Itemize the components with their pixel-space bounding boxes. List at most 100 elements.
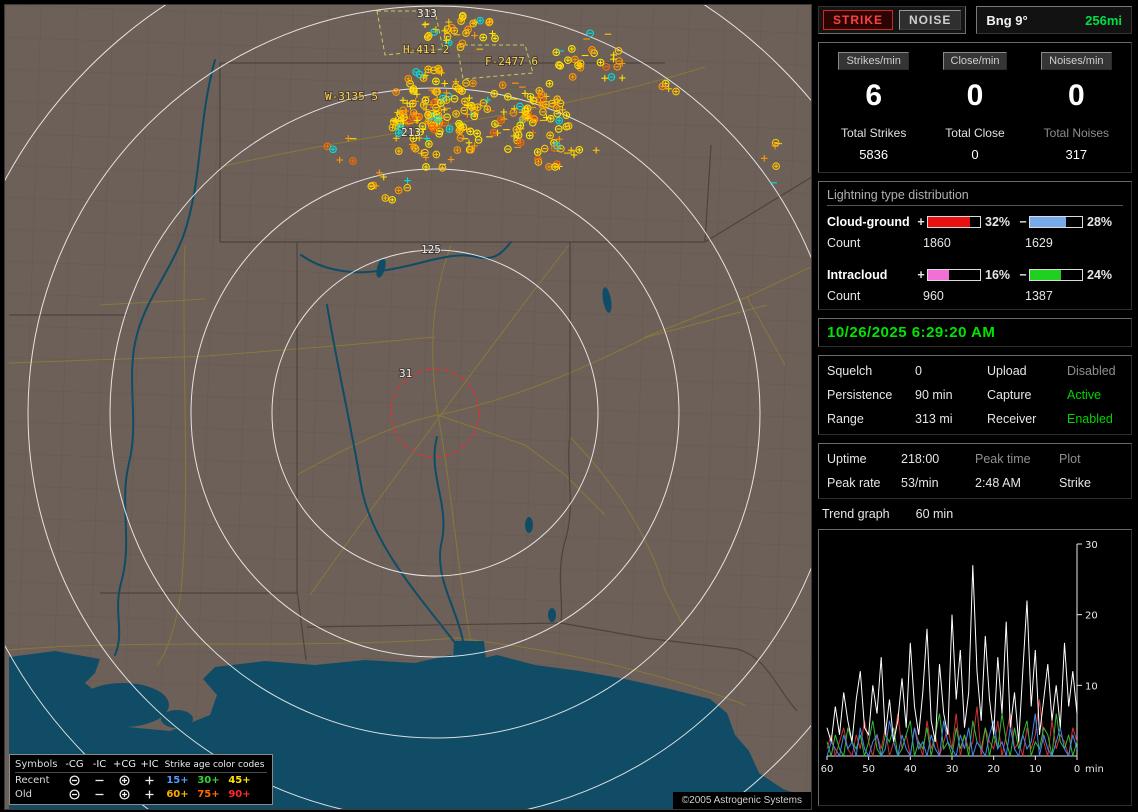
cg-plus-count: 1860 xyxy=(923,236,951,250)
cg-plus-bar xyxy=(927,216,981,228)
strikes-per-min-column: Strikes/min 6 Total Strikes 5836 xyxy=(823,51,924,162)
storm-cell-label: H-411 2 xyxy=(403,43,449,56)
neg-ic-icon xyxy=(87,788,112,801)
bearing-range-display: Bng 9° 256mi xyxy=(976,6,1132,34)
plus-sign: + xyxy=(917,268,925,282)
cg-minus-bar xyxy=(1029,216,1083,228)
strike-button[interactable]: STRIKE xyxy=(823,10,894,30)
trend-graph-label: Trend graph xyxy=(822,507,890,521)
ic-minus-count: 1387 xyxy=(1025,289,1053,303)
svg-text:20: 20 xyxy=(1085,611,1098,622)
receiver-label: Receiver xyxy=(987,412,1037,426)
uptime-value: 218:00 xyxy=(901,452,940,466)
display-mode-buttons: STRIKE NOISE xyxy=(818,6,967,34)
trend-graph: 30 20 10 60 50 40 30 20 10 0 min xyxy=(818,529,1132,806)
range-setting-value: 313 mi xyxy=(915,412,953,426)
peak-rate-label: Peak rate xyxy=(827,476,881,490)
range-value: 256mi xyxy=(1085,12,1122,28)
plus-sign: + xyxy=(917,215,925,229)
receiver-value: Enabled xyxy=(1067,412,1113,426)
noise-button[interactable]: NOISE xyxy=(899,10,962,30)
legend-recent-label: Recent xyxy=(15,774,50,786)
age-label-15: 15+ xyxy=(166,774,189,786)
age-label-30: 30+ xyxy=(197,774,220,786)
uptime-label: Uptime xyxy=(827,452,867,466)
map-canvas[interactable]: 313 213 125 31 H-411 2 F-2477 6 W-3135 5 xyxy=(5,5,811,809)
ic-minus-pct: 24% xyxy=(1087,268,1113,282)
svg-text:20: 20 xyxy=(987,764,1000,775)
bearing-value: Bng 9° xyxy=(986,12,1028,28)
ic-minus-bar xyxy=(1029,269,1083,281)
pos-cg-icon xyxy=(112,774,137,787)
lightning-map[interactable]: 313 213 125 31 H-411 2 F-2477 6 W-3135 5 Symbo… xyxy=(4,4,812,810)
noises-per-min-value: 0 xyxy=(1067,79,1085,112)
status-panel: STRIKE NOISE Bng 9° 256mi Strikes/min 6 … xyxy=(818,6,1132,806)
count-label: Count xyxy=(827,236,861,250)
neg-cg-icon xyxy=(62,774,87,787)
peak-rate-value: 53/min xyxy=(901,476,939,490)
copyright-text: ©2005 Astrogenic Systems xyxy=(672,792,811,809)
storm-cell-label: W-3135 5 xyxy=(325,90,378,103)
range-ring-label: 125 xyxy=(421,243,441,256)
total-noises-value: 317 xyxy=(1065,147,1088,162)
legend-col-pos-cg: +CG xyxy=(112,759,137,770)
legend-col-pos-ic: +IC xyxy=(140,759,159,770)
panel-topbar: STRIKE NOISE Bng 9° 256mi xyxy=(818,6,1132,34)
legend-symbols-title: Symbols xyxy=(15,759,58,770)
squelch-label: Squelch xyxy=(827,364,873,378)
pos-cg-icon xyxy=(112,788,137,801)
total-strikes-value: 5836 xyxy=(859,147,889,162)
pos-ic-icon xyxy=(137,774,162,787)
noises-per-min-column: Noises/min 0 Total Noises 317 xyxy=(1026,51,1127,162)
capture-label: Capture xyxy=(987,388,1032,402)
svg-text:0: 0 xyxy=(1074,764,1080,775)
app-window: 313 213 125 31 H-411 2 F-2477 6 W-3135 5 Symbo… xyxy=(0,0,1138,812)
persistence-value: 90 min xyxy=(915,388,953,402)
minus-sign: − xyxy=(1019,268,1027,282)
range-ring-label: 213 xyxy=(401,126,421,139)
cg-plus-pct: 32% xyxy=(985,215,1011,229)
distribution-title: Lightning type distribution xyxy=(827,188,1123,206)
svg-text:30: 30 xyxy=(1085,540,1098,551)
age-label-90: 90+ xyxy=(228,788,251,800)
ic-plus-pct: 16% xyxy=(985,268,1011,282)
neg-ic-icon xyxy=(87,774,112,787)
range-ring-label: 313 xyxy=(417,7,437,20)
total-close-value: 0 xyxy=(971,147,979,162)
trend-chart-canvas: 30 20 10 60 50 40 30 20 10 0 min xyxy=(821,540,1104,775)
legend-col-neg-ic: -IC xyxy=(92,759,107,770)
svg-text:10: 10 xyxy=(1085,681,1098,692)
range-ring-label: 31 xyxy=(399,367,412,380)
trend-graph-header: Trend graph 60 min xyxy=(818,507,1132,521)
svg-text:50: 50 xyxy=(862,764,875,775)
range-label: Range xyxy=(827,412,864,426)
distribution-section: Lightning type distribution Cloud-ground… xyxy=(818,181,1132,310)
uptime-section: Uptime 218:00 Peak time Plot Peak rate 5… xyxy=(818,443,1132,499)
total-noises-label: Total Noises xyxy=(1043,126,1110,140)
total-close-label: Total Close xyxy=(945,126,1005,140)
legend-age-title: Strike age color codes xyxy=(164,759,265,770)
age-label-60: 60+ xyxy=(166,788,189,800)
age-label-45: 45+ xyxy=(228,774,251,786)
age-label-75: 75+ xyxy=(197,788,220,800)
peak-time-label: Peak time xyxy=(975,452,1031,466)
legend-old-label: Old xyxy=(15,788,32,800)
peak-time-value: 2:48 AM xyxy=(975,476,1021,490)
neg-cg-icon xyxy=(62,788,87,801)
count-label: Count xyxy=(827,289,861,303)
close-per-min-column: Close/min 0 Total Close 0 xyxy=(924,51,1025,162)
close-per-min-header: Close/min xyxy=(942,52,1008,70)
plot-label: Plot xyxy=(1059,452,1081,466)
trend-window-value: 60 min xyxy=(915,507,954,521)
svg-text:min: min xyxy=(1085,764,1104,775)
map-legend: Symbols -CG -IC +CG +IC Strike age color… xyxy=(9,754,273,805)
ic-plus-bar xyxy=(927,269,981,281)
svg-text:60: 60 xyxy=(821,764,833,775)
pos-ic-icon xyxy=(137,788,162,801)
persistence-label: Persistence xyxy=(827,388,893,402)
svg-text:30: 30 xyxy=(946,764,959,775)
datetime-display: 10/26/2025 6:29:20 AM xyxy=(818,318,1132,347)
storm-cell-label: F-2477 6 xyxy=(485,55,538,68)
cg-minus-count: 1629 xyxy=(1025,236,1053,250)
upload-label: Upload xyxy=(987,364,1027,378)
